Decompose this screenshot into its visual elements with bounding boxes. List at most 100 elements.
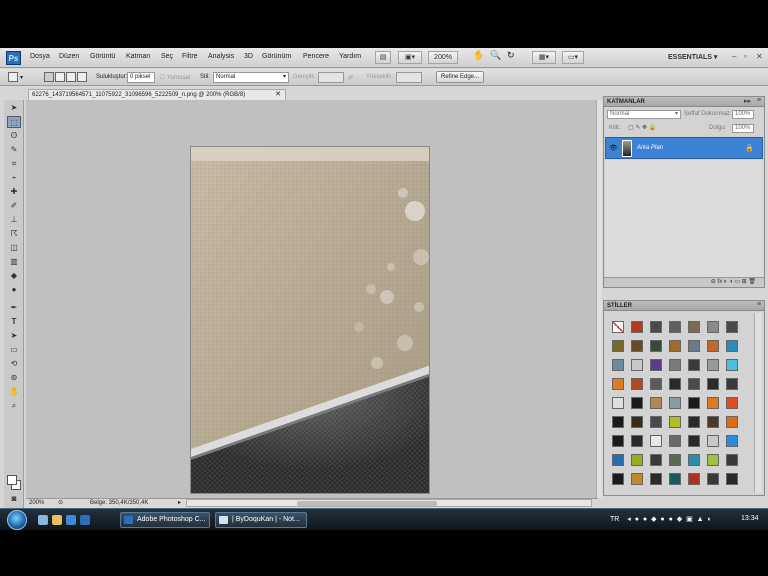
- menu-filter[interactable]: Filtre: [182, 53, 198, 60]
- zoom-status[interactable]: 200%: [29, 500, 44, 506]
- style-swatch[interactable]: [650, 435, 662, 447]
- style-swatch[interactable]: [669, 321, 681, 333]
- style-swatch[interactable]: [631, 340, 643, 352]
- style-swatch[interactable]: [688, 340, 700, 352]
- lock-icons[interactable]: ▢ ✎ ✥ 🔒: [628, 124, 656, 131]
- subtract-selection-icon[interactable]: [66, 72, 76, 82]
- fill-input[interactable]: 100%: [732, 124, 754, 133]
- workspace-switcher[interactable]: ESSENTIALS ▾: [668, 53, 717, 61]
- style-swatch[interactable]: [669, 435, 681, 447]
- style-swatch[interactable]: [669, 473, 681, 485]
- style-swatch[interactable]: [612, 340, 624, 352]
- style-swatch[interactable]: [726, 321, 738, 333]
- crop-tool-icon[interactable]: ⌗: [7, 158, 21, 170]
- menu-select[interactable]: Seç: [161, 53, 173, 60]
- eyedropper-tool-icon[interactable]: ⌁: [7, 172, 21, 184]
- photoshop-quicklaunch-icon[interactable]: [80, 515, 90, 525]
- feather-input[interactable]: 0 piksel: [127, 72, 155, 83]
- hand-tool-icon[interactable]: ✋: [473, 50, 484, 61]
- style-swatch[interactable]: [688, 359, 700, 371]
- move-tool-icon[interactable]: ➤: [7, 102, 21, 114]
- style-swatch[interactable]: [612, 397, 624, 409]
- panel-collapse-icon[interactable]: ▸▸: [744, 97, 751, 105]
- style-swatch[interactable]: [650, 378, 662, 390]
- type-tool-icon[interactable]: T: [7, 316, 21, 328]
- style-swatch[interactable]: [612, 454, 624, 466]
- style-swatch[interactable]: [726, 397, 738, 409]
- style-swatch[interactable]: [650, 340, 662, 352]
- menu-3d[interactable]: 3D: [244, 53, 253, 60]
- style-swatch[interactable]: [612, 416, 624, 428]
- restore-icon[interactable]: ▫: [744, 52, 747, 61]
- style-swatch[interactable]: [650, 473, 662, 485]
- healing-brush-icon[interactable]: ✚: [7, 186, 21, 198]
- gradient-tool-icon[interactable]: ▥: [7, 256, 21, 268]
- shape-tool-icon[interactable]: ▭: [7, 344, 21, 356]
- language-indicator[interactable]: TR: [610, 516, 619, 523]
- arrange-documents-icon[interactable]: ▦▾: [532, 51, 556, 64]
- style-swatch[interactable]: [688, 416, 700, 428]
- height-input[interactable]: [396, 72, 422, 83]
- style-swatch[interactable]: [612, 378, 624, 390]
- style-swatch[interactable]: [688, 378, 700, 390]
- bridge-icon[interactable]: ▤: [375, 51, 391, 64]
- dodge-tool-icon[interactable]: ●: [7, 284, 21, 296]
- status-info-icon[interactable]: ⊝: [58, 499, 63, 506]
- foreground-color-swatch[interactable]: [7, 475, 17, 485]
- clock[interactable]: 13:34: [741, 515, 759, 522]
- history-brush-icon[interactable]: ☈: [7, 228, 21, 240]
- show-desktop-icon[interactable]: [38, 515, 48, 525]
- style-swatch[interactable]: [612, 359, 624, 371]
- style-swatch[interactable]: [726, 435, 738, 447]
- style-none-swatch[interactable]: [612, 321, 624, 333]
- style-select[interactable]: Normal ▾: [213, 72, 289, 83]
- styles-scrollbar[interactable]: [754, 313, 762, 493]
- style-swatch[interactable]: [707, 435, 719, 447]
- style-swatch[interactable]: [688, 454, 700, 466]
- style-swatch[interactable]: [707, 321, 719, 333]
- screen-mode-icon[interactable]: ▭▾: [562, 51, 584, 64]
- style-swatch[interactable]: [669, 416, 681, 428]
- style-swatch[interactable]: [650, 359, 662, 371]
- style-swatch[interactable]: [726, 378, 738, 390]
- lasso-tool-icon[interactable]: ʘ: [7, 130, 21, 142]
- style-swatch[interactable]: [669, 454, 681, 466]
- style-swatch[interactable]: [650, 416, 662, 428]
- style-swatch[interactable]: [707, 473, 719, 485]
- style-swatch[interactable]: [707, 359, 719, 371]
- style-swatch[interactable]: [726, 359, 738, 371]
- scroll-thumb[interactable]: [297, 501, 437, 506]
- style-swatch[interactable]: [631, 397, 643, 409]
- minimize-icon[interactable]: –: [732, 52, 736, 61]
- 3d-orbit-icon[interactable]: ⊛: [7, 372, 21, 384]
- document-tab[interactable]: 62276_143719564571_11075922_31096596_522…: [28, 89, 286, 100]
- hand-icon[interactable]: ✋: [7, 386, 21, 398]
- layer-row-background[interactable]: 👁 Arka Plan 🔒: [605, 137, 763, 159]
- zoom-tool-icon[interactable]: 🔍: [490, 50, 501, 61]
- styles-panel-title[interactable]: STİLLER: [604, 301, 764, 311]
- ie-icon[interactable]: [66, 515, 76, 525]
- style-swatch[interactable]: [631, 435, 643, 447]
- menu-window[interactable]: Pencere: [303, 53, 329, 60]
- panel-menu-icon[interactable]: ≡: [757, 97, 761, 104]
- start-button[interactable]: [7, 510, 27, 530]
- opacity-input[interactable]: 100%: [732, 110, 754, 119]
- tray-icons[interactable]: ◂ ● ● ◆ ● ● ◆ ▣ ▲ ◐: [627, 516, 712, 523]
- menu-edit[interactable]: Düzen: [59, 53, 79, 60]
- style-swatch[interactable]: [726, 340, 738, 352]
- style-swatch[interactable]: [612, 473, 624, 485]
- add-selection-icon[interactable]: [55, 72, 65, 82]
- vertical-scrollbar[interactable]: [596, 100, 602, 498]
- style-swatch[interactable]: [707, 416, 719, 428]
- 3d-rotate-icon[interactable]: ⟲: [7, 358, 21, 370]
- style-swatch[interactable]: [669, 340, 681, 352]
- style-swatch[interactable]: [707, 340, 719, 352]
- horizontal-scrollbar[interactable]: [186, 499, 592, 507]
- style-swatch[interactable]: [688, 321, 700, 333]
- zoom-level-select[interactable]: 200%: [428, 51, 458, 64]
- zoom-icon[interactable]: ⌕: [7, 400, 21, 412]
- menu-help[interactable]: Yardım: [339, 53, 361, 60]
- menu-layer[interactable]: Katman: [126, 53, 150, 60]
- quick-mask-icon[interactable]: ◙: [7, 493, 21, 505]
- blend-mode-select[interactable]: Normal ▾: [607, 110, 681, 119]
